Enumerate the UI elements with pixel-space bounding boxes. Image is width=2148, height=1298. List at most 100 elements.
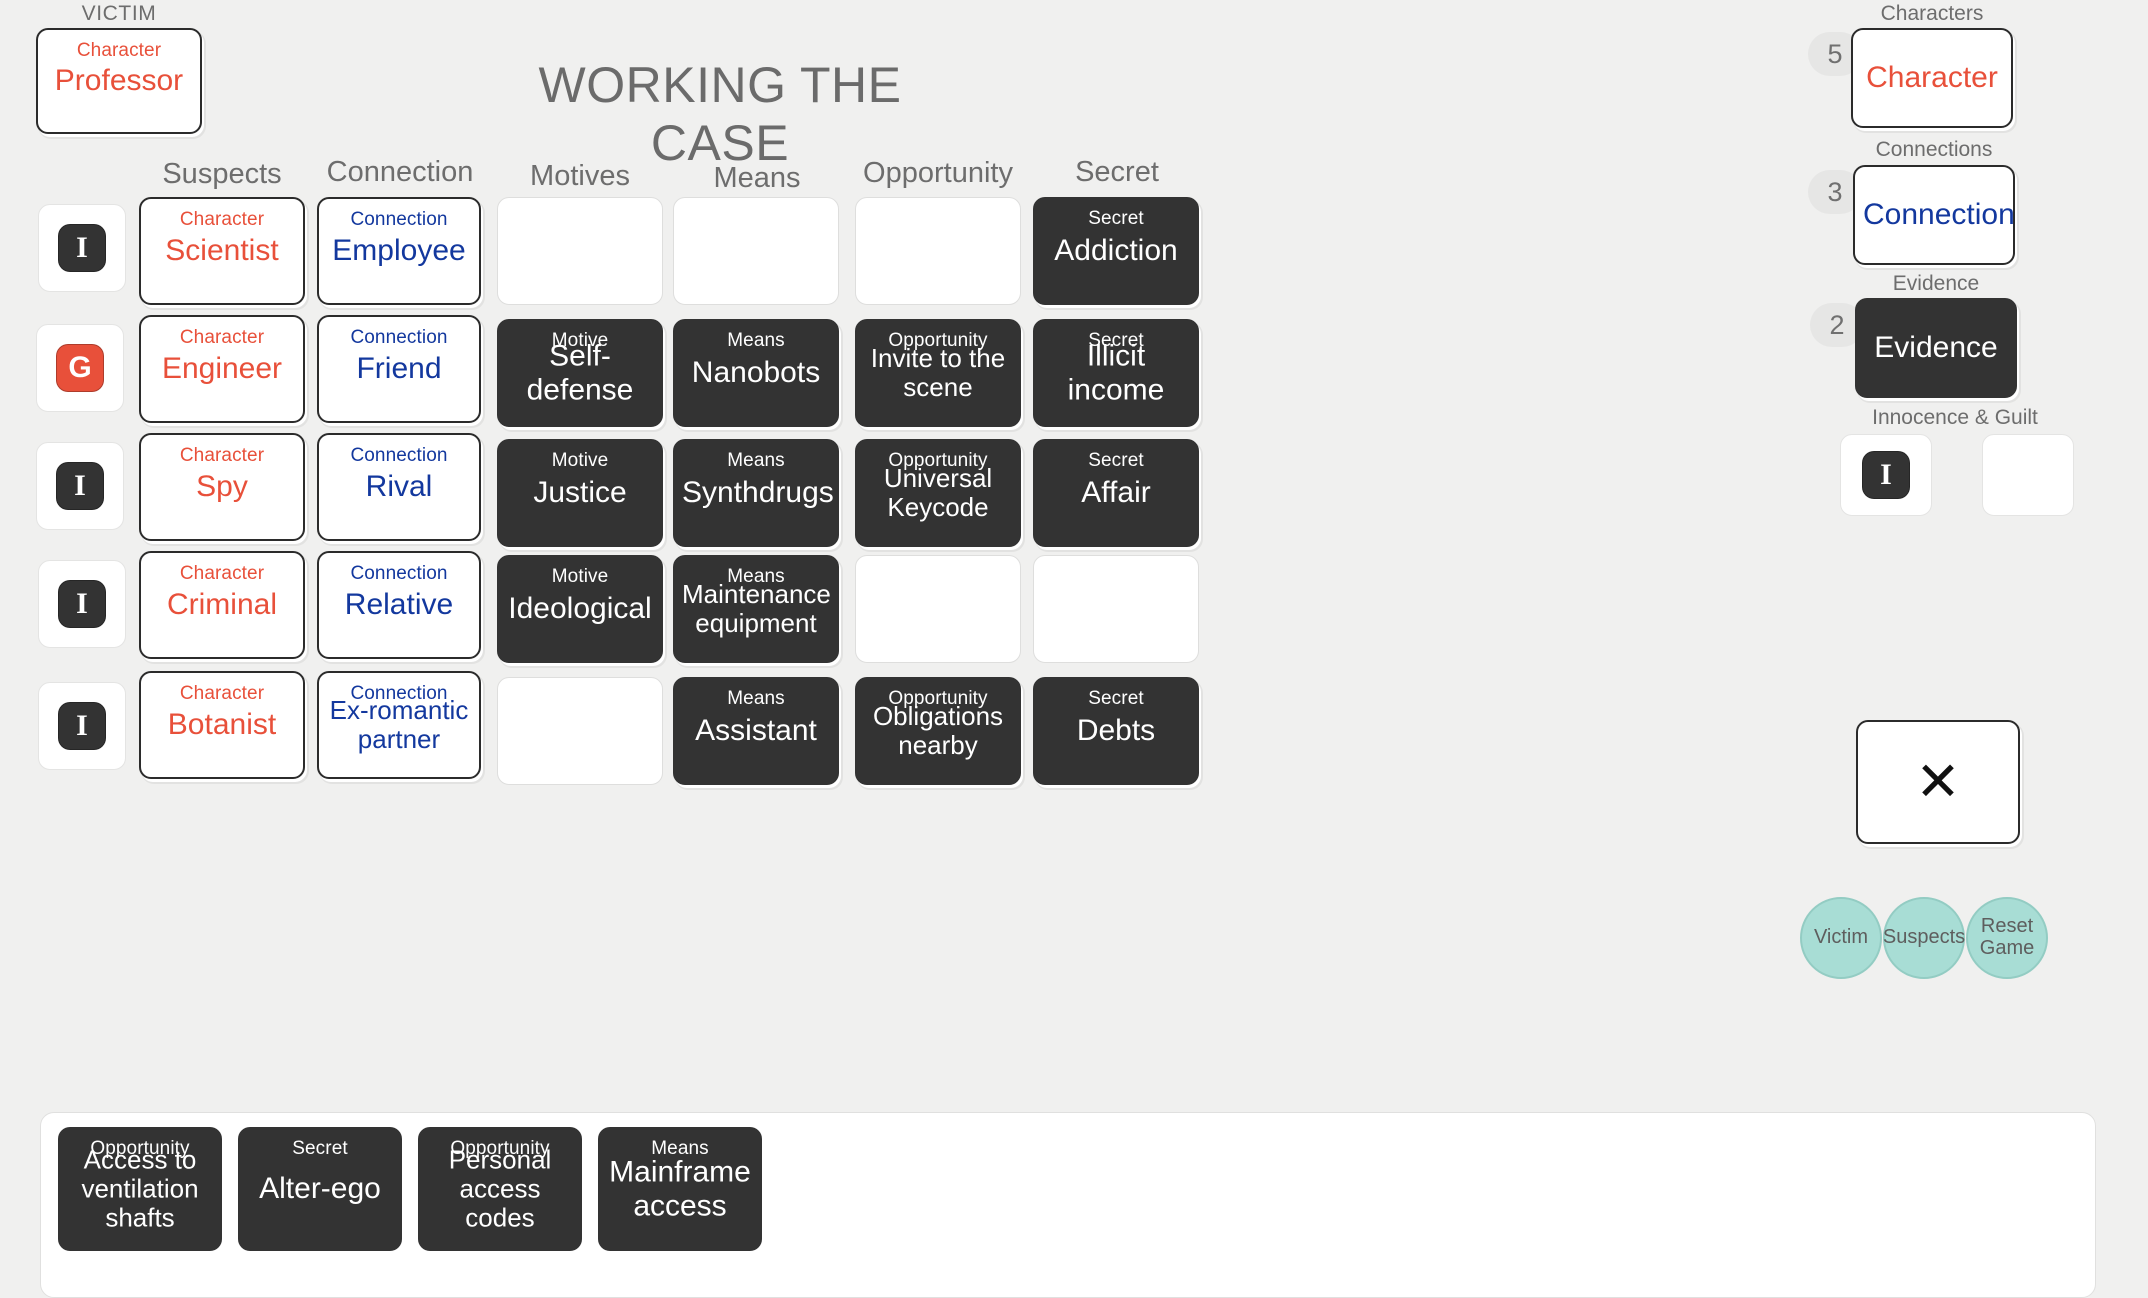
grid-card-r2-c2[interactable]: Connection Friend [317, 315, 481, 423]
card-title: Universal Keycode [883, 462, 993, 522]
card-title: Addiction [1054, 234, 1178, 268]
grid-card-r3-c5[interactable]: Opportunity Universal Keycode [855, 439, 1021, 547]
card-title: Criminal [166, 588, 277, 622]
round-button-reset-game[interactable]: Reset Game [1966, 897, 2048, 979]
grid-card-r4-c6[interactable] [1033, 555, 1199, 663]
exclude-card[interactable]: ✕ [1856, 720, 2020, 844]
grid-card-r5-c6[interactable]: Secret Debts [1033, 677, 1199, 785]
card-kind-label: Character [76, 40, 162, 61]
card-kind-label: Character [179, 445, 265, 466]
grid-card-r1-c4[interactable] [673, 197, 839, 305]
grid-card-r3-c6[interactable]: Secret Affair [1033, 439, 1199, 547]
card-title: Illicit income [1067, 339, 1165, 406]
hand-card-4[interactable]: Means Mainframe access [598, 1127, 762, 1251]
innocent-token-icon[interactable]: I [58, 580, 106, 628]
card-kind-label: Character [179, 563, 265, 584]
round-button-victim[interactable]: Victim [1800, 897, 1882, 979]
card-kind-label: Motive [551, 566, 609, 587]
innocent-token-icon[interactable]: I [56, 462, 104, 510]
grid-card-r5-c2[interactable]: Connection Ex-romantic partner [317, 671, 481, 779]
card-kind-label: Means [727, 330, 785, 351]
grid-card-r3-c1[interactable]: Character Spy [139, 433, 305, 541]
grid-card-r2-c1[interactable]: Character Engineer [139, 315, 305, 423]
grid-card-r2-c5[interactable]: Opportunity Invite to the scene [855, 319, 1021, 427]
card-title: Personal access codes [448, 1144, 552, 1233]
grid-card-r4-c4[interactable]: Means Maintenance equipment [673, 555, 839, 663]
card-title: Justice [533, 476, 627, 510]
guilt-token-slot[interactable] [1982, 434, 2074, 516]
innocent-token-icon[interactable]: I [58, 702, 106, 750]
grid-card-r1-c3[interactable] [497, 197, 663, 305]
card-title: Access to ventilation shafts [81, 1144, 199, 1233]
card-kind-label: Connection [350, 563, 448, 584]
grid-card-r3-c4[interactable]: Means Synthdrugs [673, 439, 839, 547]
characters-deck-card[interactable]: Character [1851, 28, 2013, 128]
card-title: Connection [1863, 198, 2015, 232]
card-title: Nanobots [691, 356, 821, 390]
column-header-means: Means [713, 162, 801, 194]
card-kind-label: Character [179, 209, 265, 230]
card-kind-label: Means [727, 688, 785, 709]
grid-card-r4-c2[interactable]: Connection Relative [317, 551, 481, 659]
grid-card-r5-c4[interactable]: Means Assistant [673, 677, 839, 785]
victim-card[interactable]: Character Professor [36, 28, 202, 134]
column-header-secret: Secret [1075, 156, 1159, 188]
card-kind-label: Character [179, 683, 265, 704]
grid-card-r1-c5[interactable] [855, 197, 1021, 305]
card-title: Maintenance equipment [682, 578, 831, 638]
game-board: VICTIM Character Professor WORKING THE C… [0, 0, 2148, 1298]
card-title: Invite to the scene [870, 342, 1006, 402]
column-header-motives: Motives [530, 160, 630, 192]
card-kind-label: Connection [350, 209, 448, 230]
verdict-slot-row-5[interactable]: I [38, 682, 126, 770]
card-title: Character [1866, 61, 1998, 95]
card-title: Synthdrugs [682, 476, 834, 510]
verdict-slot-row-4[interactable]: I [38, 560, 126, 648]
grid-card-r1-c6[interactable]: Secret Addiction [1033, 197, 1199, 305]
guilty-token-icon[interactable]: G [56, 344, 104, 392]
card-kind-label: Secret [1088, 208, 1144, 229]
verdict-slot-row-2[interactable]: G [36, 324, 124, 412]
grid-card-r5-c5[interactable]: Opportunity Obligations nearby [855, 677, 1021, 785]
grid-card-r1-c1[interactable]: Character Scientist [139, 197, 305, 305]
victim-section-label: VICTIM [81, 2, 157, 25]
card-title: Relative [344, 588, 454, 622]
page-title: WORKING THE CASE [538, 57, 902, 171]
hand-card-2[interactable]: Secret Alter-ego [238, 1127, 402, 1251]
card-kind-label: Character [179, 327, 265, 348]
grid-card-r4-c1[interactable]: Character Criminal [139, 551, 305, 659]
innocence-token-slot[interactable]: I [1840, 434, 1932, 516]
round-button-suspects[interactable]: Suspects [1883, 897, 1965, 979]
hand-tray: Opportunity Access to ventilation shafts S… [40, 1112, 2096, 1298]
grid-card-r3-c3[interactable]: Motive Justice [497, 439, 663, 547]
hand-card-1[interactable]: Opportunity Access to ventilation shafts [58, 1127, 222, 1251]
verdict-slot-row-3[interactable]: I [36, 442, 124, 530]
card-kind-label: Connection [350, 327, 448, 348]
verdict-slot-row-1[interactable]: I [38, 204, 126, 292]
innocent-token-icon[interactable]: I [58, 224, 106, 272]
card-title: Assistant [695, 714, 817, 748]
grid-card-r5-c1[interactable]: Character Botanist [139, 671, 305, 779]
card-kind-label: Connection [350, 445, 448, 466]
grid-card-r2-c6[interactable]: Secret Illicit income [1033, 319, 1199, 427]
card-title: Evidence [1874, 331, 1998, 365]
grid-card-r1-c2[interactable]: Connection Employee [317, 197, 481, 305]
grid-card-r2-c3[interactable]: Motive Self-defense [497, 319, 663, 427]
card-title: Affair [1081, 476, 1151, 510]
grid-card-r2-c4[interactable]: Means Nanobots [673, 319, 839, 427]
card-title: Mainframe access [609, 1155, 751, 1222]
connections-deck-card[interactable]: Connection [1853, 165, 2015, 265]
grid-card-r4-c3[interactable]: Motive Ideological [497, 555, 663, 663]
card-title: Spy [196, 470, 248, 504]
card-title: Engineer [161, 352, 283, 386]
grid-card-r5-c3[interactable] [497, 677, 663, 785]
column-header-opportunity: Opportunity [863, 157, 1013, 189]
grid-card-r4-c5[interactable] [855, 555, 1021, 663]
evidence-deck-card[interactable]: Evidence [1855, 298, 2017, 398]
card-title: Rival [365, 470, 433, 504]
grid-card-r3-c2[interactable]: Connection Rival [317, 433, 481, 541]
card-title: Ex-romantic partner [329, 694, 469, 754]
hand-card-3[interactable]: Opportunity Personal access codes [418, 1127, 582, 1251]
innocent-token-icon[interactable]: I [1862, 451, 1910, 499]
column-header-suspects: Suspects [162, 158, 282, 190]
